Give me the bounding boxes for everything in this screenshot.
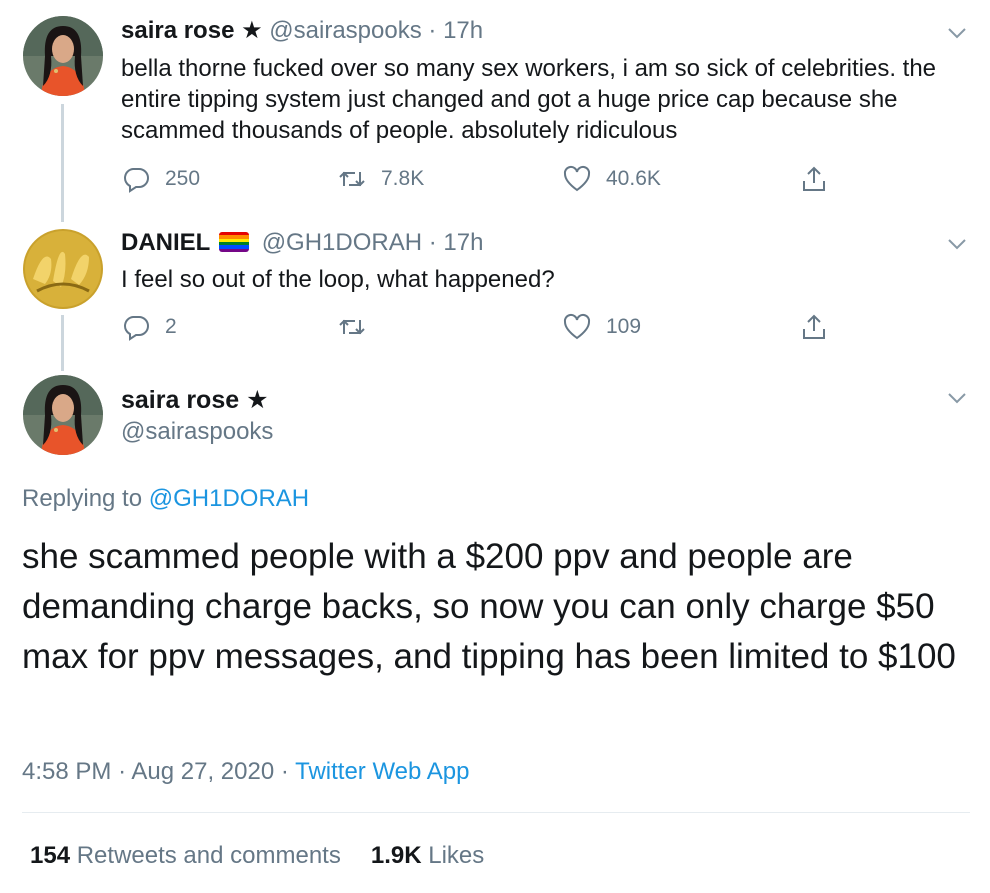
- tweet-time[interactable]: 17h: [443, 17, 483, 44]
- like-count: 109: [606, 315, 642, 338]
- like-button[interactable]: 40.6K: [562, 162, 661, 196]
- retweet-button[interactable]: 7.8K: [337, 162, 424, 196]
- separator-dot: ·: [280, 758, 289, 785]
- author-handle[interactable]: @GH1DORAH: [262, 229, 422, 256]
- like-count: 40.6K: [606, 167, 661, 190]
- heart-icon: [563, 165, 591, 192]
- author-name[interactable]: saira rose ★: [121, 384, 269, 416]
- thread-line: [61, 315, 64, 371]
- tweet-thread: saira rose ★ @sairaspooks · 17h bella th…: [0, 0, 990, 893]
- tweet-stats: 154 Retweets and comments 1.9K Likes: [30, 841, 484, 871]
- tweet-header: saira rose ★ @sairaspooks · 17h: [121, 16, 483, 46]
- thread-line: [61, 104, 64, 222]
- tweet-text: I feel so out of the loop, what happened…: [121, 266, 555, 293]
- reply-icon: [124, 168, 149, 193]
- share-button[interactable]: [799, 162, 829, 196]
- avatar[interactable]: [23, 16, 103, 96]
- like-count: 1.9K: [370, 842, 422, 869]
- separator-dot: ·: [428, 229, 437, 256]
- share-icon: [803, 166, 825, 191]
- separator-dot: ·: [428, 17, 437, 44]
- tweet-actions: 250 7.8K 40.6K: [121, 162, 841, 196]
- chevron-down-icon[interactable]: [946, 22, 968, 44]
- avatar[interactable]: [23, 229, 103, 309]
- author-name[interactable]: saira rose: [121, 17, 234, 44]
- share-button[interactable]: [799, 310, 829, 344]
- retweet-count: 154: [30, 842, 71, 869]
- tweet-time[interactable]: 4:58 PM: [22, 758, 111, 785]
- author-name-text: saira rose: [121, 386, 240, 414]
- retweet-label: Retweets and comments: [76, 842, 341, 869]
- tweet-actions: 2 109: [121, 310, 841, 344]
- heart-icon: [563, 313, 591, 340]
- retweet-button[interactable]: [337, 310, 381, 344]
- tweet-time[interactable]: 17h: [443, 229, 483, 256]
- likes-stat[interactable]: 1.9K Likes: [371, 842, 484, 869]
- retweets-stat[interactable]: 154 Retweets and comments: [30, 842, 341, 869]
- star-icon: ★: [241, 17, 263, 44]
- replying-to: Replying to @GH1DORAH: [22, 484, 309, 514]
- tweet-header: DANIEL @GH1DORAH · 17h: [121, 228, 483, 258]
- separator-dot: ·: [118, 758, 127, 785]
- replying-to-link[interactable]: @GH1DORAH: [149, 485, 309, 512]
- divider: [22, 812, 970, 813]
- tweet-date[interactable]: Aug 27, 2020: [131, 758, 274, 785]
- like-button[interactable]: 109: [562, 310, 641, 344]
- main-tweet-text: she scammed people with a $200 ppv and p…: [22, 537, 956, 676]
- retweet-count: 7.8K: [381, 167, 425, 190]
- author-handle[interactable]: @sairaspooks: [269, 17, 421, 44]
- replying-prefix: Replying to: [22, 485, 143, 512]
- like-label: Likes: [428, 842, 485, 869]
- reply-icon: [124, 316, 149, 341]
- reply-button[interactable]: 250: [121, 162, 200, 196]
- star-icon: ★: [246, 386, 269, 414]
- rainbow-flag-icon: [219, 232, 250, 252]
- avatar[interactable]: [23, 375, 103, 455]
- source-app-link[interactable]: Twitter Web App: [295, 758, 469, 785]
- reply-count: 250: [165, 167, 201, 190]
- author-name[interactable]: DANIEL: [121, 229, 210, 256]
- tweet-text: bella thorne fucked over so many sex wor…: [121, 55, 937, 144]
- chevron-down-icon[interactable]: [946, 233, 968, 255]
- reply-count: 2: [165, 315, 177, 338]
- retweet-icon: [339, 171, 365, 187]
- share-icon: [803, 314, 825, 339]
- chevron-down-icon[interactable]: [946, 387, 968, 409]
- retweet-icon: [339, 319, 365, 335]
- author-handle[interactable]: @sairaspooks: [121, 417, 273, 447]
- tweet-meta: 4:58 PM · Aug 27, 2020 · Twitter Web App: [22, 757, 469, 787]
- reply-button[interactable]: 2: [121, 310, 177, 344]
